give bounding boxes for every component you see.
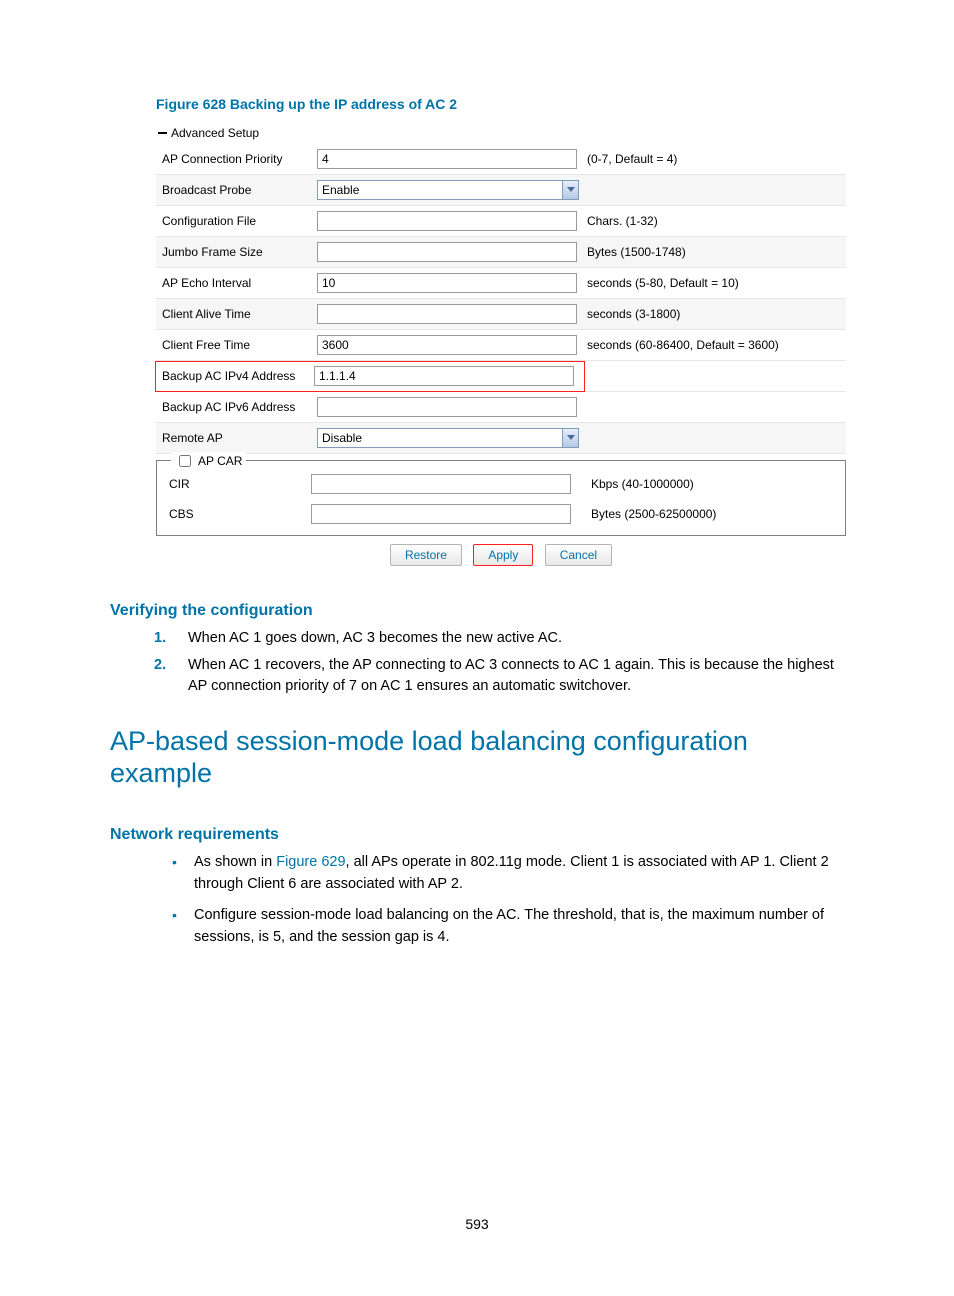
heading-network-requirements: Network requirements	[110, 826, 844, 844]
label-cbs: CBS	[169, 507, 311, 521]
heading-verifying: Verifying the configuration	[110, 602, 844, 620]
select-broadcast-probe-value: Enable	[322, 183, 359, 197]
input-configuration-file[interactable]	[317, 211, 577, 231]
chevron-down-icon	[562, 181, 578, 199]
select-broadcast-probe[interactable]: Enable	[317, 180, 579, 200]
advanced-setup-label: Advanced Setup	[171, 126, 259, 140]
ap-car-legend: AP CAR	[198, 454, 242, 468]
hint-ap-connection-priority: (0-7, Default = 4)	[583, 152, 846, 166]
hint-cir: Kbps (40-1000000)	[589, 477, 833, 491]
row-jumbo-frame-size: Jumbo Frame Size Bytes (1500-1748)	[156, 237, 846, 268]
chevron-down-icon	[562, 429, 578, 447]
row-cir: CIR Kbps (40-1000000)	[169, 469, 833, 499]
advanced-setup-header[interactable]: Advanced Setup	[156, 126, 846, 140]
row-backup-ac-ipv4: Backup AC IPv4 Address	[156, 361, 846, 392]
select-remote-ap-value: Disable	[322, 431, 362, 445]
input-cir[interactable]	[311, 474, 571, 494]
hint-cbs: Bytes (2500-62500000)	[589, 507, 833, 521]
row-configuration-file: Configuration File Chars. (1-32)	[156, 206, 846, 237]
label-jumbo-frame-size: Jumbo Frame Size	[156, 245, 317, 259]
label-cir: CIR	[169, 477, 311, 491]
highlight-box: Backup AC IPv4 Address	[155, 361, 585, 392]
heading-ap-based: AP-based session-mode load balancing con…	[110, 725, 844, 790]
input-ap-echo-interval[interactable]	[317, 273, 577, 293]
label-ap-echo-interval: AP Echo Interval	[156, 276, 317, 290]
checkbox-ap-car[interactable]	[179, 455, 191, 467]
label-broadcast-probe: Broadcast Probe	[156, 183, 317, 197]
row-backup-ac-ipv6: Backup AC IPv6 Address	[156, 392, 846, 423]
input-backup-ac-ipv6[interactable]	[317, 397, 577, 417]
input-client-alive-time[interactable]	[317, 304, 577, 324]
list-item: When AC 1 goes down, AC 3 becomes the ne…	[170, 628, 844, 649]
ap-car-group: AP CAR CIR Kbps (40-1000000) CBS Bytes (…	[156, 460, 846, 536]
label-remote-ap: Remote AP	[156, 431, 317, 445]
hint-ap-echo-interval: seconds (5-80, Default = 10)	[583, 276, 846, 290]
text: As shown in	[194, 854, 276, 870]
row-ap-connection-priority: AP Connection Priority (0-7, Default = 4…	[156, 144, 846, 175]
input-client-free-time[interactable]	[317, 335, 577, 355]
restore-button[interactable]: Restore	[390, 544, 462, 566]
row-client-alive-time: Client Alive Time seconds (3-1800)	[156, 299, 846, 330]
netreq-list: As shown in Figure 629, all APs operate …	[110, 852, 844, 949]
list-item: Configure session-mode load balancing on…	[194, 905, 844, 949]
row-client-free-time: Client Free Time seconds (60-86400, Defa…	[156, 330, 846, 361]
label-configuration-file: Configuration File	[156, 214, 317, 228]
row-broadcast-probe: Broadcast Probe Enable	[156, 175, 846, 206]
advanced-setup-form: Advanced Setup AP Connection Priority (0…	[156, 126, 846, 566]
apply-button[interactable]: Apply	[473, 544, 533, 566]
hint-configuration-file: Chars. (1-32)	[583, 214, 846, 228]
row-ap-echo-interval: AP Echo Interval seconds (5-80, Default …	[156, 268, 846, 299]
row-remote-ap: Remote AP Disable	[156, 423, 846, 454]
row-cbs: CBS Bytes (2500-62500000)	[169, 499, 833, 529]
hint-client-alive-time: seconds (3-1800)	[583, 307, 846, 321]
select-remote-ap[interactable]: Disable	[317, 428, 579, 448]
collapse-icon	[158, 132, 167, 134]
label-client-free-time: Client Free Time	[156, 338, 317, 352]
page-number: 593	[0, 1216, 954, 1232]
cancel-button[interactable]: Cancel	[545, 544, 612, 566]
figure-caption: Figure 628 Backing up the IP address of …	[156, 96, 844, 112]
list-item: As shown in Figure 629, all APs operate …	[194, 852, 844, 896]
list-item: When AC 1 recovers, the AP connecting to…	[170, 655, 844, 697]
input-backup-ac-ipv4[interactable]	[314, 366, 574, 386]
label-backup-ac-ipv6: Backup AC IPv6 Address	[156, 400, 317, 414]
hint-client-free-time: seconds (60-86400, Default = 3600)	[583, 338, 846, 352]
input-ap-connection-priority[interactable]	[317, 149, 577, 169]
verify-list: When AC 1 goes down, AC 3 becomes the ne…	[110, 628, 844, 697]
label-client-alive-time: Client Alive Time	[156, 307, 317, 321]
input-cbs[interactable]	[311, 504, 571, 524]
label-backup-ac-ipv4: Backup AC IPv4 Address	[156, 369, 314, 383]
figure-link[interactable]: Figure 629	[276, 854, 345, 870]
label-ap-connection-priority: AP Connection Priority	[156, 152, 317, 166]
button-row: Restore Apply Cancel	[156, 544, 846, 566]
hint-jumbo-frame-size: Bytes (1500-1748)	[583, 245, 846, 259]
input-jumbo-frame-size[interactable]	[317, 242, 577, 262]
